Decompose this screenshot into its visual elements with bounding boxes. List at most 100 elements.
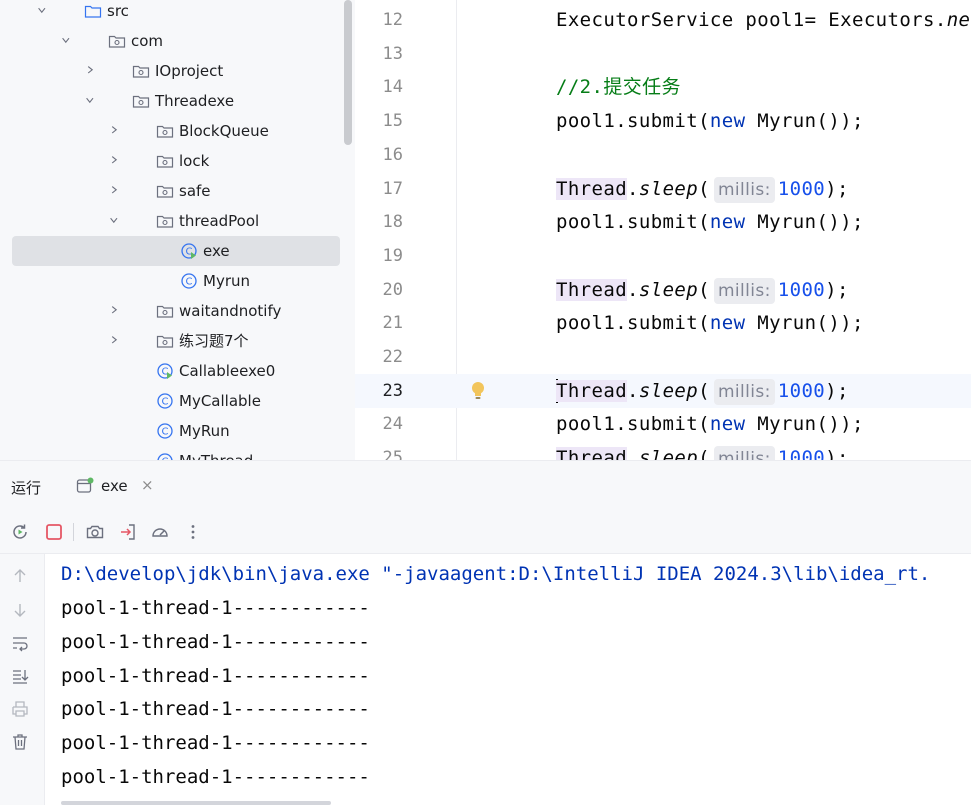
svg-text:C: C <box>186 277 193 288</box>
more-icon[interactable] <box>183 522 203 542</box>
code-line: 14 //2.提交任务 <box>355 70 971 104</box>
code-segment: ne <box>946 9 971 31</box>
code-segment: pool1.submit( <box>556 110 710 133</box>
tab-exe-label: exe <box>101 477 128 495</box>
tree-item-label: threadPool <box>179 212 260 230</box>
tree-item-exe[interactable]: Cexe <box>12 236 340 266</box>
console-side-toolbar <box>0 554 45 805</box>
lightbulb-icon[interactable] <box>470 381 486 401</box>
tree-item-ioproject[interactable]: IOproject <box>12 56 340 86</box>
tree-item-label: safe <box>179 182 211 200</box>
tree-item-safe[interactable]: safe <box>12 176 340 206</box>
code-text: pool1.submit(new Myrun()); <box>556 104 864 138</box>
line-number: 17 <box>382 178 403 199</box>
tree-item-myrun[interactable]: C MyRun <box>12 416 340 446</box>
chevron-down-icon <box>110 217 118 224</box>
svg-text:C: C <box>162 427 169 438</box>
tab-exe[interactable]: exe × <box>64 461 164 511</box>
code-paren: ( <box>698 278 710 301</box>
console-output-line: pool-1-thread-1------------ <box>61 664 370 687</box>
code-dot: . <box>627 379 639 402</box>
rerun-icon[interactable] <box>10 522 30 542</box>
package-icon <box>156 185 174 198</box>
scroll-to-end-icon[interactable] <box>10 666 30 686</box>
soft-wrap-icon[interactable] <box>10 633 30 653</box>
tree-item-myrun[interactable]: C Myrun <box>12 266 340 296</box>
parameter-hint: millis: <box>713 378 775 405</box>
tree-item-label: MyRun <box>179 422 230 440</box>
package-icon <box>156 155 174 168</box>
line-number: 21 <box>382 313 403 334</box>
svg-text:C: C <box>162 397 169 408</box>
trash-icon[interactable] <box>10 732 30 752</box>
tree-item-label: MyThread <box>179 446 253 460</box>
code-line: 20 Thread.sleep(millis: 1000); <box>355 273 971 307</box>
exit-icon[interactable] <box>118 522 138 542</box>
class-icon: C <box>157 393 173 409</box>
class-ref: Thread <box>556 278 628 301</box>
tree-item-lock[interactable]: lock <box>12 146 340 176</box>
line-number: 13 <box>382 43 403 64</box>
tree-item-label: MyCallable <box>179 392 261 410</box>
code-line: 13 <box>355 37 971 71</box>
code-segment: pool1.submit( <box>556 312 710 335</box>
package-icon <box>156 125 174 138</box>
tree-item-练习题7个[interactable]: 练习题7个 <box>12 326 340 356</box>
tree-item-mythread[interactable]: C MyThread <box>12 446 340 460</box>
line-number: 15 <box>382 111 403 132</box>
chevron-right-icon <box>111 186 118 194</box>
console-horizontal-scrollbar[interactable] <box>61 801 331 805</box>
code-text: Thread.sleep(millis: 1000); <box>556 441 849 460</box>
code-segment: pool1.submit( <box>556 211 710 234</box>
package-icon <box>156 215 174 228</box>
package-icon <box>156 305 174 318</box>
gauge-icon[interactable] <box>150 522 170 542</box>
code-segment: ExecutorService pool1= Executors. <box>556 9 947 31</box>
code-editor[interactable]: 12 ExecutorService pool1= Executors.ne 13 1… <box>355 0 971 460</box>
keyword: new <box>709 110 746 133</box>
code-paren: ( <box>698 379 710 402</box>
code-line: 23 Thread.sleep(millis: 1000); <box>355 373 971 408</box>
class-icon: C <box>157 453 173 460</box>
print-icon[interactable] <box>10 699 30 719</box>
console-output-line: pool-1-thread-1------------ <box>61 732 370 755</box>
arrow-down-icon[interactable] <box>10 600 30 620</box>
code-line: 12 ExecutorService pool1= Executors.ne <box>355 3 971 37</box>
code-dot: . <box>627 278 639 301</box>
tree-item-src[interactable]: src <box>12 0 340 26</box>
line-number: 19 <box>382 245 403 266</box>
code-comment: //2.提交任务 <box>556 76 681 99</box>
arrow-up-icon[interactable] <box>10 566 30 586</box>
tree-item-threadpool[interactable]: threadPool <box>12 206 340 236</box>
stop-icon[interactable] <box>44 522 64 542</box>
line-number: 18 <box>382 212 403 233</box>
code-segment: Myrun()); <box>745 312 864 335</box>
code-line: 24 pool1.submit(new Myrun()); <box>355 407 971 441</box>
code-segment: Myrun()); <box>745 110 864 133</box>
tree-scrollbar-thumb[interactable] <box>344 0 352 145</box>
toolbar-separator <box>73 523 74 541</box>
code-end: ); <box>825 177 849 200</box>
camera-icon[interactable] <box>85 522 105 542</box>
tree-item-blockqueue[interactable]: BlockQueue <box>12 116 340 146</box>
tree-item-threadexe[interactable]: Threadexe <box>12 86 340 116</box>
chevron-right-icon <box>111 156 118 164</box>
tree-scrollbar[interactable] <box>342 0 355 460</box>
method-call: sleep <box>638 177 699 200</box>
tree-item-callableexe0[interactable]: C Callableexe0 <box>12 356 340 386</box>
tree-item-com[interactable]: com <box>12 26 340 56</box>
code-end: ); <box>825 447 849 460</box>
tab-close-icon[interactable]: × <box>141 476 154 494</box>
method-call: sleep <box>638 278 699 301</box>
line-number: 24 <box>382 414 403 435</box>
code-line: 16 <box>355 138 971 172</box>
console-output-line: pool-1-thread-1------------ <box>61 766 370 788</box>
tree-item-waitandnotify[interactable]: waitandnotify <box>12 296 340 326</box>
number-literal: 1000 <box>777 447 826 460</box>
console-command-line: D:\develop\jdk\bin\java.exe "-javaagent:… <box>61 563 931 585</box>
code-segment: pool1.submit( <box>556 413 710 436</box>
console-output[interactable]: D:\develop\jdk\bin\java.exe "-javaagent:… <box>45 554 971 805</box>
code-dot: . <box>627 447 639 460</box>
tree-item-mycallable[interactable]: C MyCallable <box>12 386 340 416</box>
run-config-icon <box>76 477 94 493</box>
